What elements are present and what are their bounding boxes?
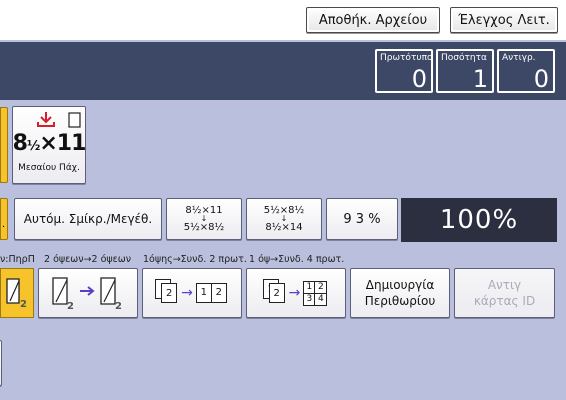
- preset-enlarge-bottom: 8½×14: [265, 222, 303, 233]
- combined-page-icon: 1 2: [195, 283, 227, 303]
- originals-value: 0: [411, 65, 427, 93]
- preset-reduce-button[interactable]: 8½×11 ↓ 5½×8½: [166, 198, 242, 240]
- combine-two-originals-button[interactable]: 1 2 → 1 2: [142, 268, 242, 318]
- arrow-right-icon: →: [181, 285, 193, 301]
- copies-value: 0: [533, 65, 549, 93]
- four-up-page-icon: 1 2 3 4: [303, 280, 328, 306]
- two-sided-copy-icon: 2 2: [52, 277, 122, 312]
- svg-text:2: 2: [20, 299, 27, 310]
- tray-icons: [14, 107, 84, 131]
- quantity-label: Ποσότητα: [441, 53, 487, 63]
- check-modes-label: Έλεγχος Λειτ.: [458, 12, 550, 28]
- duplex-caption-first: ν:ΠηρΠ: [0, 254, 35, 265]
- duplex-caption-2sided: 2 όψεων→2 όψεων: [44, 254, 132, 265]
- id-card-copy-label-2: κάρτας ID: [473, 294, 536, 308]
- store-file-label: Αποθήκ. Αρχείου: [318, 12, 428, 28]
- paper-size-text: 8½×11: [12, 131, 87, 156]
- create-margin-label-1: Δημιουργία: [365, 278, 435, 292]
- quantity-value: 1: [472, 65, 488, 93]
- ratio-93-button[interactable]: 9 3 %: [326, 198, 398, 240]
- check-modes-button[interactable]: Έλεγχος Λειτ.: [450, 7, 558, 33]
- auto-reduce-enlarge-button[interactable]: Αυτόμ. Σμίκρ./Μεγέθ.: [14, 198, 162, 240]
- duplex-original-button[interactable]: 2: [0, 268, 34, 318]
- preset-enlarge-button[interactable]: 5½×8½ ↓ 8½×14: [246, 198, 322, 240]
- duplex-caption-combine4: 1 όψ→Συνδ. 4 πρωτ.: [249, 254, 345, 265]
- page-2-icon: 2: [268, 283, 285, 303]
- paper-tray-button[interactable]: 8½×11 Μεσαίου Πάχ.: [12, 106, 86, 184]
- left-edge-button[interactable]: [0, 340, 2, 386]
- originals-label: Πρωτότυπο: [380, 53, 433, 63]
- arrow-right-icon: →: [288, 285, 301, 301]
- prev-paper-tray-edge[interactable]: [0, 107, 8, 183]
- originals-counter: Πρωτότυπο 0: [375, 49, 433, 93]
- ratio-93-label: 9 3 %: [343, 211, 381, 227]
- svg-text:2: 2: [67, 301, 74, 312]
- paper-sheet-icon: [68, 112, 81, 128]
- duplex-caption-combine2: 1όψης→Συνδ. 2 πρωτ.: [143, 254, 247, 265]
- preset-reduce-bottom: 5½×8½: [183, 222, 225, 233]
- store-file-button[interactable]: Αποθήκ. Αρχείου: [306, 7, 440, 33]
- tray-feed-icon: [37, 112, 55, 127]
- combine-four-originals-button[interactable]: 1 2 → 1 2 3 4: [246, 268, 346, 318]
- ratio-display: 100%: [401, 198, 557, 242]
- quantity-counter: Ποσότητα 1: [436, 49, 494, 93]
- duplex-page-icon: 2: [6, 278, 27, 310]
- ratio-display-value: 100%: [439, 205, 519, 235]
- auto-reduce-enlarge-label: Αυτόμ. Σμίκρ./Μεγέθ.: [23, 212, 153, 226]
- create-margin-button[interactable]: Δημιουργία Περιθωρίου: [350, 268, 450, 318]
- prev-ratio-edge[interactable]: .: [0, 198, 8, 240]
- counter-bar: Πρωτότυπο 0 Ποσότητα 1 Αντιγρ. 0: [0, 42, 566, 100]
- paper-weight-label: Μεσαίου Πάχ.: [18, 163, 80, 173]
- page-2-icon: 2: [161, 283, 178, 303]
- copies-label: Αντιγρ.: [502, 53, 536, 63]
- svg-text:2: 2: [115, 301, 122, 312]
- id-card-copy-button[interactable]: Αντιγ κάρτας ID: [454, 268, 555, 318]
- id-card-copy-label-1: Αντιγ: [487, 278, 522, 292]
- two-sided-to-two-sided-button[interactable]: 2 2: [38, 268, 138, 318]
- create-margin-label-2: Περιθωρίου: [364, 294, 436, 308]
- copies-counter: Αντιγρ. 0: [497, 49, 555, 93]
